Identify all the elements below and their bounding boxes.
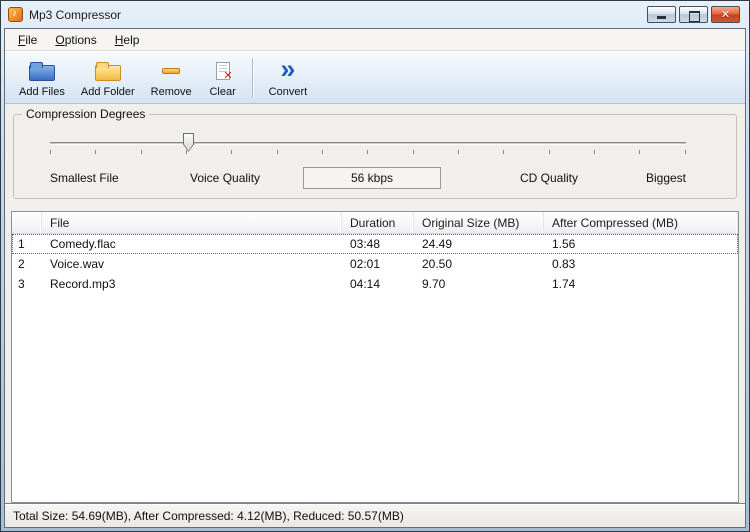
status-text: Total Size: 54.69(MB), After Compressed:… bbox=[13, 508, 404, 523]
column-header-original-size[interactable]: Original Size (MB) bbox=[414, 212, 544, 233]
toolbar-separator bbox=[251, 58, 253, 98]
cell-file: Voice.wav bbox=[50, 257, 105, 271]
close-button[interactable] bbox=[711, 6, 740, 23]
clear-document-icon bbox=[215, 62, 233, 82]
clear-button[interactable]: Clear bbox=[200, 55, 246, 101]
column-header-num[interactable] bbox=[12, 212, 42, 233]
cell-file: Comedy.flac bbox=[50, 237, 116, 251]
clear-label: Clear bbox=[209, 86, 236, 98]
convert-chevrons-icon bbox=[280, 59, 295, 84]
file-list-header: File Duration Original Size (MB) After C… bbox=[12, 212, 738, 234]
bitrate-value-box: 56 kbps bbox=[303, 167, 441, 189]
label-voice-quality: Voice Quality bbox=[190, 171, 261, 185]
cell-file: Record.mp3 bbox=[50, 277, 116, 291]
add-folder-button[interactable]: Add Folder bbox=[73, 55, 143, 101]
table-row[interactable]: 1 Comedy.flac 03:48 24.49 1.56 bbox=[12, 234, 738, 254]
table-row[interactable]: 3 Record.mp3 04:14 9.70 1.74 bbox=[12, 274, 738, 294]
cell-duration: 03:48 bbox=[350, 237, 381, 251]
menu-help[interactable]: Help bbox=[106, 31, 149, 49]
window-controls bbox=[647, 6, 742, 23]
file-list-body: 1 Comedy.flac 03:48 24.49 1.56 2 Voice.w… bbox=[12, 234, 738, 294]
maximize-button[interactable] bbox=[679, 6, 708, 23]
column-header-duration[interactable]: Duration bbox=[342, 212, 414, 233]
app-icon[interactable] bbox=[8, 7, 23, 22]
column-header-after-compressed[interactable]: After Compressed (MB) bbox=[544, 212, 738, 233]
slider-labels: Smallest File Voice Quality 56 kbps CD Q… bbox=[14, 167, 736, 191]
label-smallest-file: Smallest File bbox=[50, 171, 119, 185]
file-list: File Duration Original Size (MB) After C… bbox=[11, 211, 739, 503]
compression-slider[interactable] bbox=[50, 133, 686, 163]
label-biggest: Biggest bbox=[645, 171, 686, 185]
convert-label: Convert bbox=[268, 86, 308, 98]
cell-original-size: 20.50 bbox=[422, 257, 453, 271]
cell-duration: 02:01 bbox=[350, 257, 381, 271]
client-area: File Options Help Add Files Add Folder R… bbox=[4, 28, 746, 528]
remove-button[interactable]: Remove bbox=[143, 55, 200, 101]
compression-group-label: Compression Degrees bbox=[22, 107, 150, 121]
cell-after-compressed: 1.74 bbox=[552, 277, 576, 291]
cell-duration: 04:14 bbox=[350, 277, 381, 291]
menu-options[interactable]: Options bbox=[46, 31, 105, 49]
compression-groupbox: Compression Degrees Smallest File Voice … bbox=[13, 107, 737, 199]
row-number: 1 bbox=[18, 237, 25, 251]
window-title: Mp3 Compressor bbox=[29, 7, 122, 22]
table-row[interactable]: 2 Voice.wav 02:01 20.50 0.83 bbox=[12, 254, 738, 274]
column-header-file[interactable]: File bbox=[42, 212, 342, 233]
cell-original-size: 9.70 bbox=[422, 277, 446, 291]
status-bar: Total Size: 54.69(MB), After Compressed:… bbox=[5, 503, 745, 527]
add-folder-icon bbox=[94, 62, 121, 81]
toolbar: Add Files Add Folder Remove Clear Conver… bbox=[5, 51, 745, 104]
cell-after-compressed: 1.56 bbox=[552, 237, 576, 251]
convert-button[interactable]: Convert bbox=[261, 55, 316, 101]
remove-minus-icon bbox=[162, 68, 181, 74]
cell-after-compressed: 0.83 bbox=[552, 257, 576, 271]
app-window: Mp3 Compressor File Options Help Add Fil… bbox=[0, 0, 750, 532]
add-files-folder-icon bbox=[28, 62, 55, 81]
cell-original-size: 24.49 bbox=[422, 237, 453, 251]
label-cd-quality: CD Quality bbox=[520, 171, 579, 185]
slider-track[interactable] bbox=[50, 142, 686, 145]
minimize-button[interactable] bbox=[647, 6, 676, 23]
slider-ticks bbox=[50, 150, 686, 154]
row-number: 3 bbox=[18, 277, 25, 291]
add-files-label: Add Files bbox=[19, 86, 65, 98]
add-files-button[interactable]: Add Files bbox=[11, 55, 73, 101]
menubar: File Options Help bbox=[5, 29, 745, 51]
titlebar[interactable]: Mp3 Compressor bbox=[4, 1, 746, 28]
add-folder-label: Add Folder bbox=[80, 86, 135, 98]
row-number: 2 bbox=[18, 257, 25, 271]
menu-file[interactable]: File bbox=[9, 31, 46, 49]
remove-label: Remove bbox=[150, 86, 192, 98]
